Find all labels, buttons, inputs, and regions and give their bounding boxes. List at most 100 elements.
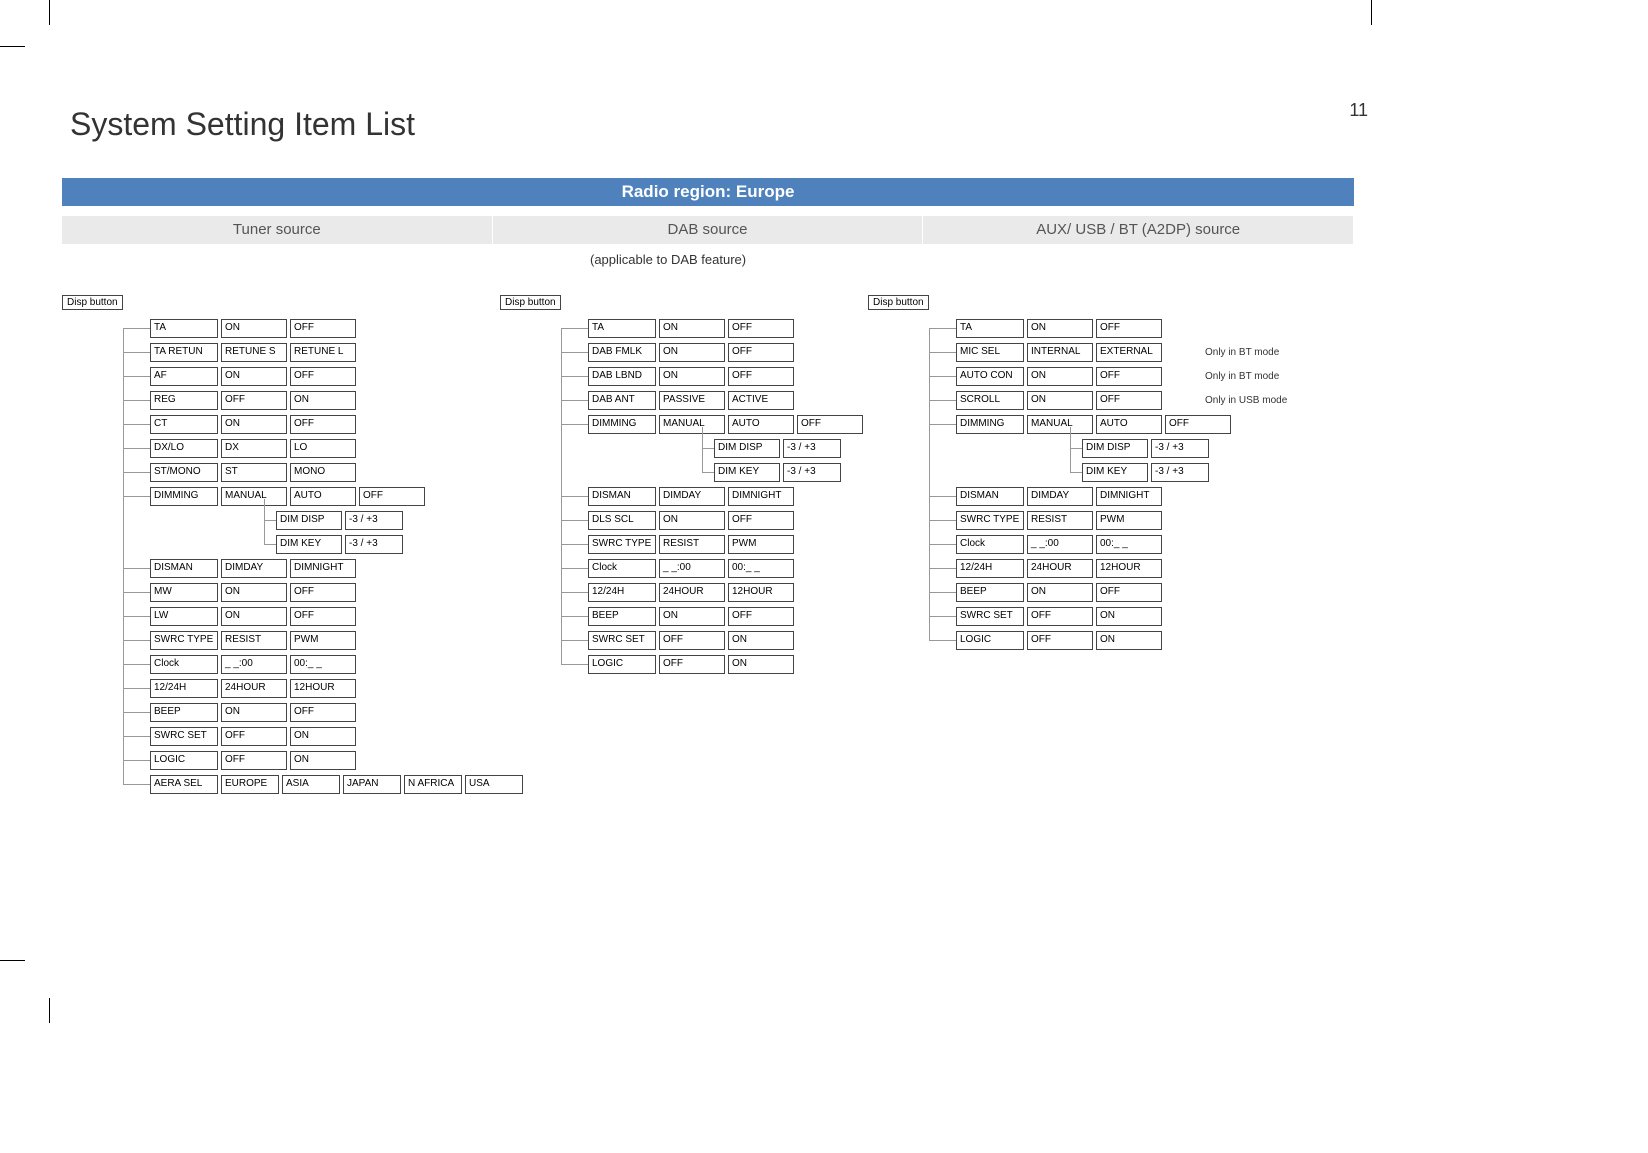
setting-row: LOGICOFFON bbox=[588, 655, 866, 674]
setting-row: DISMANDIMDAYDIMNIGHT bbox=[588, 487, 866, 506]
setting-label: DIMMING bbox=[150, 487, 218, 506]
setting-label: 12/24H bbox=[150, 679, 218, 698]
setting-option: DIMNIGHT bbox=[728, 487, 794, 506]
setting-option: LO bbox=[290, 439, 356, 458]
setting-option: ON bbox=[659, 511, 725, 530]
setting-option: ON bbox=[1027, 583, 1093, 602]
setting-option: 00:_ _ bbox=[290, 655, 356, 674]
setting-label: DAB FMLK bbox=[588, 343, 656, 362]
setting-row: AERA SELEUROPEASIAJAPANN AFRICAUSA bbox=[150, 775, 526, 794]
setting-label: TA bbox=[588, 319, 656, 338]
setting-option: OFF bbox=[221, 727, 287, 746]
setting-label: SCROLL bbox=[956, 391, 1024, 410]
setting-label: AF bbox=[150, 367, 218, 386]
setting-option: OFF bbox=[728, 319, 794, 338]
setting-option: OFF bbox=[359, 487, 425, 506]
setting-row: DLS SCLONOFF bbox=[588, 511, 866, 530]
setting-option: RESIST bbox=[221, 631, 287, 650]
setting-row: TAONOFF bbox=[956, 319, 1287, 338]
setting-option: 24HOUR bbox=[221, 679, 287, 698]
setting-label: BEEP bbox=[150, 703, 218, 722]
setting-option: DIMNIGHT bbox=[290, 559, 356, 578]
setting-row: BEEPONOFF bbox=[956, 583, 1287, 602]
setting-option: OFF bbox=[1096, 319, 1162, 338]
column-tuner: Disp buttonTAONOFFTA RETUNRETUNE SRETUNE… bbox=[62, 292, 526, 794]
setting-label: TA bbox=[150, 319, 218, 338]
setting-option: MONO bbox=[290, 463, 356, 482]
setting-row: DAB LBNDONOFF bbox=[588, 367, 866, 386]
setting-row: SWRC SETOFFON bbox=[588, 631, 866, 650]
setting-option: OFF bbox=[1096, 391, 1162, 410]
sub-setting-option: -3 / +3 bbox=[345, 511, 403, 530]
sub-setting-label: DIM KEY bbox=[276, 535, 342, 554]
setting-label: DIMMING bbox=[956, 415, 1024, 434]
subhead-tuner: Tuner source bbox=[62, 216, 493, 244]
setting-label: MIC SEL bbox=[956, 343, 1024, 362]
setting-row: 12/24H24HOUR12HOUR bbox=[150, 679, 526, 698]
setting-label: Clock bbox=[956, 535, 1024, 554]
setting-row: DIMMINGMANUALAUTOOFF bbox=[588, 415, 866, 434]
setting-label: LW bbox=[150, 607, 218, 626]
setting-label: TA RETUN bbox=[150, 343, 218, 362]
setting-label: MW bbox=[150, 583, 218, 602]
setting-option: ON bbox=[659, 607, 725, 626]
setting-row: LOGICOFFON bbox=[956, 631, 1287, 650]
setting-row: 12/24H24HOUR12HOUR bbox=[588, 583, 866, 602]
setting-option: OFF bbox=[290, 607, 356, 626]
setting-row: SWRC TYPERESISTPWM bbox=[956, 511, 1287, 530]
setting-option: OFF bbox=[1027, 607, 1093, 626]
setting-option: DIMDAY bbox=[659, 487, 725, 506]
setting-option: DX bbox=[221, 439, 287, 458]
setting-option: ON bbox=[221, 607, 287, 626]
aside-note: Only in BT mode bbox=[1205, 371, 1279, 382]
setting-row: Clock_ _:0000:_ _ bbox=[588, 559, 866, 578]
setting-row: SWRC SETOFFON bbox=[150, 727, 526, 746]
crop-mark bbox=[49, 0, 50, 25]
setting-option: OFF bbox=[290, 415, 356, 434]
setting-option: _ _:00 bbox=[659, 559, 725, 578]
setting-row: DAB ANTPASSIVEACTIVE bbox=[588, 391, 866, 410]
setting-option: OFF bbox=[728, 343, 794, 362]
setting-label: SWRC SET bbox=[588, 631, 656, 650]
setting-option: DIMDAY bbox=[1027, 487, 1093, 506]
sub-setting-label: DIM DISP bbox=[1082, 439, 1148, 458]
disp-button: Disp button bbox=[500, 295, 561, 310]
setting-option: ON bbox=[290, 391, 356, 410]
setting-label: DAB ANT bbox=[588, 391, 656, 410]
setting-option: AUTO bbox=[728, 415, 794, 434]
setting-option: OFF bbox=[659, 655, 725, 674]
setting-option: ASIA bbox=[282, 775, 340, 794]
setting-option: PWM bbox=[290, 631, 356, 650]
setting-option: ON bbox=[290, 751, 356, 770]
setting-option: ON bbox=[659, 367, 725, 386]
setting-option: 00:_ _ bbox=[728, 559, 794, 578]
setting-row: 12/24H24HOUR12HOUR bbox=[956, 559, 1287, 578]
setting-option: 12HOUR bbox=[290, 679, 356, 698]
setting-option: EXTERNAL bbox=[1096, 343, 1162, 362]
crop-mark bbox=[0, 960, 25, 961]
column-aux: Disp buttonTAONOFFMIC SELINTERNALEXTERNA… bbox=[868, 292, 1287, 650]
setting-label: DLS SCL bbox=[588, 511, 656, 530]
setting-option: OFF bbox=[728, 367, 794, 386]
setting-label: REG bbox=[150, 391, 218, 410]
setting-row: TAONOFF bbox=[588, 319, 866, 338]
setting-option: DIMNIGHT bbox=[1096, 487, 1162, 506]
setting-option: DIMDAY bbox=[221, 559, 287, 578]
setting-option: ON bbox=[221, 319, 287, 338]
setting-row: MWONOFF bbox=[150, 583, 526, 602]
sub-setting-option: -3 / +3 bbox=[783, 463, 841, 482]
setting-option: ON bbox=[1096, 631, 1162, 650]
setting-option: _ _:00 bbox=[221, 655, 287, 674]
setting-option: RESIST bbox=[659, 535, 725, 554]
setting-row: TAONOFF bbox=[150, 319, 526, 338]
setting-option: PASSIVE bbox=[659, 391, 725, 410]
setting-label: SWRC SET bbox=[150, 727, 218, 746]
sub-setting-option: -3 / +3 bbox=[783, 439, 841, 458]
setting-option: ON bbox=[221, 703, 287, 722]
sub-setting-option: -3 / +3 bbox=[1151, 439, 1209, 458]
setting-row: SWRC SETOFFON bbox=[956, 607, 1287, 626]
setting-row: Clock_ _:0000:_ _ bbox=[150, 655, 526, 674]
setting-label: DISMAN bbox=[956, 487, 1024, 506]
setting-row: DIMMINGMANUALAUTOOFF bbox=[150, 487, 526, 506]
setting-option: EUROPE bbox=[221, 775, 279, 794]
